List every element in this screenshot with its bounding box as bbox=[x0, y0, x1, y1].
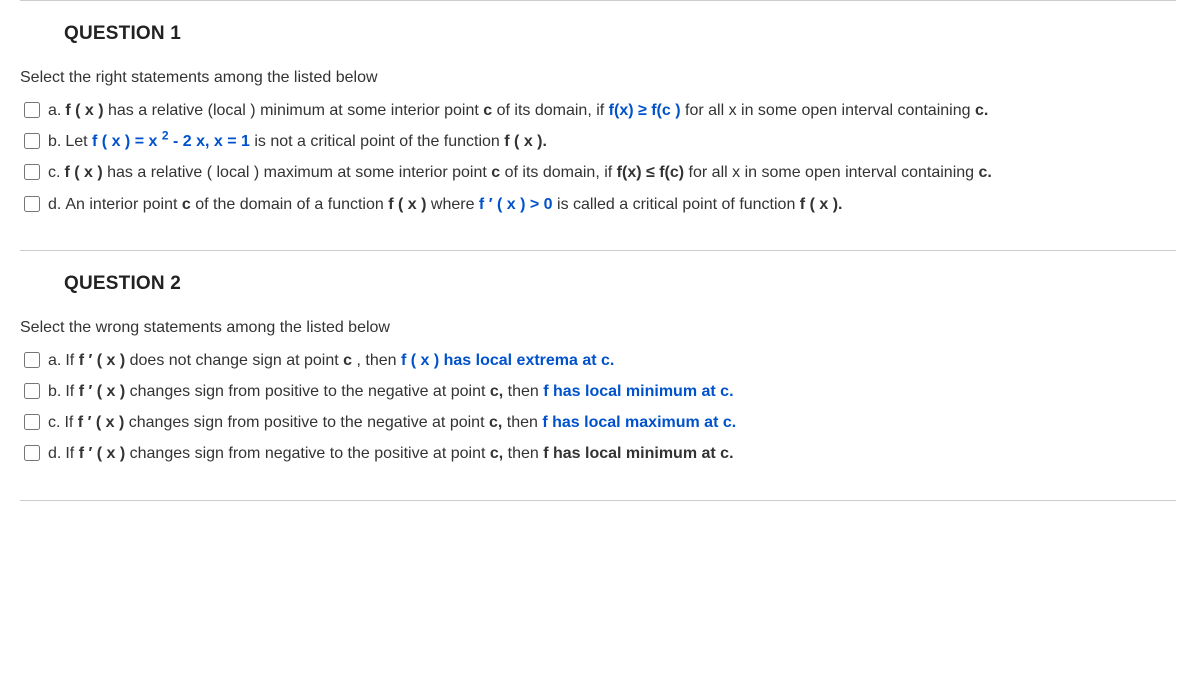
option-label: c. bbox=[48, 161, 64, 184]
option-text: Let f ( x ) = x 2 - 2 x, x = 1 is not a … bbox=[65, 130, 1176, 153]
option-label: a. bbox=[48, 349, 65, 372]
text-run: f ( x ) has local extrema at c. bbox=[401, 352, 614, 369]
text-run: f(x) ≥ f(c ) bbox=[609, 102, 681, 119]
q2-option-a: a. If f ′ ( x ) does not change sign at … bbox=[20, 345, 1176, 376]
text-run: Let bbox=[65, 133, 92, 150]
q1-checkbox-a[interactable] bbox=[24, 102, 40, 118]
text-run: has a relative ( local ) maximum at some… bbox=[103, 164, 492, 181]
text-run: f ( x ). bbox=[504, 133, 547, 150]
option-label: d. bbox=[48, 442, 65, 465]
option-text: An interior point c of the domain of a f… bbox=[65, 193, 1176, 216]
option-text: If f ′ ( x ) does not change sign at poi… bbox=[65, 349, 1176, 372]
q2-option-b: b. If f ′ ( x ) changes sign from positi… bbox=[20, 376, 1176, 407]
text-run: c. bbox=[979, 164, 992, 181]
option-text: f ( x ) has a relative ( local ) maximum… bbox=[64, 161, 1176, 184]
q1-option-c: c. f ( x ) has a relative ( local ) maxi… bbox=[20, 157, 1176, 188]
text-run: f ( x ) bbox=[388, 196, 426, 213]
option-text: If f ′ ( x ) changes sign from negative … bbox=[65, 442, 1176, 465]
question-1-title: QUESTION 1 bbox=[20, 5, 1176, 63]
text-run: f ( x ) bbox=[65, 102, 103, 119]
text-run: of its domain, if bbox=[492, 102, 609, 119]
text-run: f ′ ( x ) bbox=[78, 414, 125, 431]
text-run: f ′ ( x ) bbox=[79, 352, 126, 369]
text-run: is called a critical point of function bbox=[553, 196, 800, 213]
text-run: , then bbox=[352, 352, 401, 369]
text-run: then bbox=[503, 383, 543, 400]
q1-checkbox-d[interactable] bbox=[24, 196, 40, 212]
text-run: f ′ ( x ) > 0 bbox=[479, 196, 553, 213]
text-run: c bbox=[483, 102, 492, 119]
text-run: then bbox=[503, 445, 543, 462]
q2-checkbox-c[interactable] bbox=[24, 414, 40, 430]
text-run: An interior point bbox=[65, 196, 182, 213]
option-label: b. bbox=[48, 130, 65, 153]
text-run: If bbox=[65, 445, 78, 462]
q2-checkbox-a[interactable] bbox=[24, 352, 40, 368]
option-text: If f ′ ( x ) changes sign from positive … bbox=[64, 411, 1176, 434]
text-run: c, bbox=[490, 445, 503, 462]
text-run: does not change sign at point bbox=[125, 352, 343, 369]
option-label: b. bbox=[48, 380, 65, 403]
text-run: If bbox=[65, 352, 78, 369]
question-2-block: QUESTION 2 Select the wrong statements a… bbox=[20, 250, 1176, 470]
text-run: where bbox=[426, 196, 478, 213]
text-run: If bbox=[64, 414, 77, 431]
option-label: a. bbox=[48, 99, 65, 122]
text-run: of the domain of a function bbox=[191, 196, 388, 213]
text-run: f ′ ( x ) bbox=[79, 445, 126, 462]
q1-option-d: d. An interior point c of the domain of … bbox=[20, 189, 1176, 220]
text-run: f ( x ) bbox=[64, 164, 102, 181]
text-run: of its domain, if bbox=[500, 164, 617, 181]
text-run: f ′ ( x ) bbox=[79, 383, 126, 400]
text-run: f ( x ). bbox=[800, 196, 843, 213]
text-run: c bbox=[343, 352, 352, 369]
text-run: f has local minimum at c. bbox=[543, 383, 733, 400]
question-2-title: QUESTION 2 bbox=[20, 255, 1176, 313]
text-run: f has local minimum at c. bbox=[543, 445, 733, 462]
text-run: c. bbox=[975, 102, 988, 119]
text-run: - 2 x, x = 1 bbox=[169, 133, 250, 150]
text-run: c, bbox=[489, 414, 502, 431]
text-run: c bbox=[491, 164, 500, 181]
q2-checkbox-d[interactable] bbox=[24, 445, 40, 461]
option-text: If f ′ ( x ) changes sign from positive … bbox=[65, 380, 1176, 403]
text-run: c, bbox=[490, 383, 503, 400]
text-run: then bbox=[502, 414, 542, 431]
text-run: f ( x ) = x 2 - 2 x, x = 1 bbox=[92, 133, 250, 150]
text-run: has a relative (local ) minimum at some … bbox=[104, 102, 484, 119]
text-run: c bbox=[182, 196, 191, 213]
option-text: f ( x ) has a relative (local ) minimum … bbox=[65, 99, 1176, 122]
q1-checkbox-c[interactable] bbox=[24, 164, 40, 180]
q2-checkbox-b[interactable] bbox=[24, 383, 40, 399]
question-2-prompt: Select the wrong statements among the li… bbox=[20, 313, 1176, 345]
option-label: c. bbox=[48, 411, 64, 434]
divider bbox=[20, 500, 1176, 501]
text-run: f has local maximum at c. bbox=[542, 414, 736, 431]
q1-option-b: b. Let f ( x ) = x 2 - 2 x, x = 1 is not… bbox=[20, 126, 1176, 157]
text-run: f(x) ≤ f(c) bbox=[617, 164, 684, 181]
text-run: for all x in some open interval containi… bbox=[684, 164, 978, 181]
text-run: If bbox=[65, 383, 78, 400]
option-label: d. bbox=[48, 193, 65, 216]
text-run: 2 bbox=[162, 129, 169, 143]
text-run: is not a critical point of the function bbox=[250, 133, 504, 150]
text-run: changes sign from positive to the negati… bbox=[124, 414, 489, 431]
q1-checkbox-b[interactable] bbox=[24, 133, 40, 149]
text-run: for all x in some open interval containi… bbox=[681, 102, 975, 119]
text-run: changes sign from negative to the positi… bbox=[125, 445, 490, 462]
q1-option-a: a. f ( x ) has a relative (local ) minim… bbox=[20, 95, 1176, 126]
text-run: f ( x ) = x bbox=[92, 133, 162, 150]
question-1-prompt: Select the right statements among the li… bbox=[20, 63, 1176, 95]
q2-option-d: d. If f ′ ( x ) changes sign from negati… bbox=[20, 438, 1176, 469]
text-run: changes sign from positive to the negati… bbox=[125, 383, 490, 400]
q2-option-c: c. If f ′ ( x ) changes sign from positi… bbox=[20, 407, 1176, 438]
question-1-block: QUESTION 1 Select the right statements a… bbox=[20, 0, 1176, 220]
